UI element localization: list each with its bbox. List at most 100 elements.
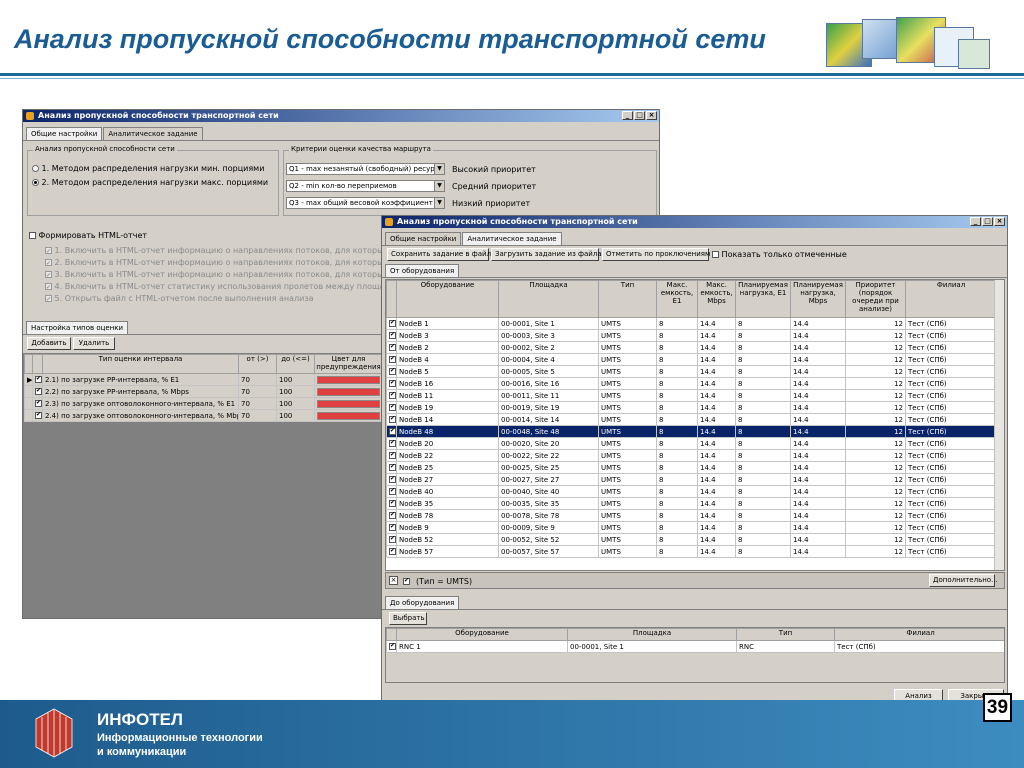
header-plan-mbps[interactable]: Планируемая нагрузка, Mbps	[790, 280, 846, 318]
row-check[interactable]	[386, 449, 397, 462]
maximize-button[interactable]: □	[982, 217, 993, 226]
row-check[interactable]	[386, 545, 397, 558]
row-check[interactable]	[386, 317, 397, 330]
tab-from-equipment[interactable]: От оборудования	[385, 264, 460, 277]
eval-check[interactable]	[32, 409, 43, 422]
vertical-scrollbar[interactable]	[994, 280, 1004, 570]
equipment-row[interactable]: NodeB 3500-0035, Site 35UMTS814.4814.412…	[386, 497, 997, 510]
clear-filter-icon[interactable]: ×	[389, 576, 398, 585]
row-check[interactable]	[386, 341, 397, 354]
filter-checkbox[interactable]	[403, 577, 410, 585]
mark-by-connections-button[interactable]: Отметить по проключениям	[602, 248, 710, 261]
eval-color[interactable]	[314, 385, 383, 398]
to-header-branch[interactable]: Филиал	[834, 628, 1004, 641]
equipment-row[interactable]: NodeB 7800-0078, Site 78UMTS814.4814.412…	[386, 509, 997, 522]
header-priority[interactable]: Приоритет (порядок очереди при анализе)	[845, 280, 906, 318]
tab-analytic-task[interactable]: Аналитическое задание	[462, 232, 562, 245]
delete-button[interactable]: Удалить	[73, 337, 115, 350]
eval-row[interactable]: 2.2) по загрузке РР-интервала, % Mbps701…	[24, 385, 383, 398]
eval-check[interactable]	[32, 397, 43, 410]
equipment-row[interactable]: NodeB 5200-0052, Site 52UMTS814.4814.412…	[386, 533, 997, 546]
equipment-row[interactable]: NodeB 5700-0057, Site 57UMTS814.4814.412…	[386, 545, 997, 558]
row-check[interactable]	[386, 521, 397, 534]
minimize-button[interactable]: _	[622, 111, 633, 120]
tab-eval-types[interactable]: Настройка типов оценки	[26, 321, 129, 334]
criteria-combo-2[interactable]: Q2 - min кол-во переприемов ▼	[286, 180, 445, 192]
header-plan-e1[interactable]: Планируемая нагрузка, E1	[735, 280, 791, 318]
row-check[interactable]	[386, 425, 397, 438]
header-equipment[interactable]: Оборудование	[396, 280, 499, 318]
row-check[interactable]	[386, 389, 397, 402]
equipment-row[interactable]: NodeB 4800-0048, Site 48UMTS814.4814.412…	[386, 425, 997, 438]
tab-general-settings[interactable]: Общие настройки	[26, 127, 103, 140]
row-check[interactable]	[386, 461, 397, 474]
equipment-row[interactable]: NodeB 4000-0040, Site 40UMTS814.4814.412…	[386, 485, 997, 498]
equipment-row[interactable]: NodeB 2000-0020, Site 20UMTS814.4814.412…	[386, 437, 997, 450]
equipment-row[interactable]: NodeB 2200-0022, Site 22UMTS814.4814.412…	[386, 449, 997, 462]
equipment-row[interactable]: NodeB 900-0009, Site 9UMTS814.4814.412Те…	[386, 521, 997, 534]
show-marked-only[interactable]: Показать только отмеченные	[712, 250, 847, 259]
equipment-row[interactable]: NodeB 100-0001, Site 1UMTS814.4814.412Те…	[386, 317, 997, 330]
maximize-button[interactable]: □	[634, 111, 645, 120]
eval-row[interactable]: 2.4) по загрузке оптоволоконного-интерва…	[24, 409, 383, 422]
equipment-row[interactable]: NodeB 2700-0027, Site 27UMTS814.4814.412…	[386, 473, 997, 486]
to-equipment-row[interactable]: RNC 100-0001, Site 1RNCТест (СПб)	[386, 640, 1004, 653]
to-header-equipment[interactable]: Оборудование	[396, 628, 568, 641]
html-report-check[interactable]	[29, 232, 36, 239]
select-button[interactable]: Выбрать	[389, 612, 427, 625]
equipment-row[interactable]: NodeB 1400-0014, Site 14UMTS814.4814.412…	[386, 413, 997, 426]
equipment-row[interactable]: NodeB 200-0002, Site 2UMTS814.4814.412Те…	[386, 341, 997, 354]
tab-analytic-task[interactable]: Аналитическое задание	[103, 127, 203, 140]
row-check[interactable]	[386, 533, 397, 546]
header-type[interactable]: Тип	[598, 280, 657, 318]
close-button[interactable]: ×	[994, 217, 1005, 226]
eval-row[interactable]: 2.3) по загрузке оптоволоконного-интерва…	[24, 397, 383, 410]
row-check[interactable]	[386, 353, 397, 366]
tab-general-settings[interactable]: Общие настройки	[385, 232, 462, 245]
header-max-e1[interactable]: Макс. емкость, E1	[656, 280, 698, 318]
header-max-mbps[interactable]: Макс. емкость, Mbps	[697, 280, 736, 318]
show-marked-checkbox[interactable]	[712, 251, 719, 258]
to-header-site[interactable]: Площадка	[567, 628, 737, 641]
eval-check[interactable]	[32, 373, 43, 386]
radio-option-2[interactable]: 2. Методом распределения нагрузки макс. …	[32, 178, 268, 187]
eval-row[interactable]: ▶ 2.1) по загрузке РР-интервала, % E17010…	[24, 373, 383, 386]
eval-color[interactable]	[314, 373, 383, 386]
tab-to-equipment[interactable]: До оборудования	[385, 596, 460, 609]
front-window-titlebar[interactable]: Анализ пропускной способности транспортн…	[382, 216, 1007, 228]
equipment-row[interactable]: NodeB 1600-0016, Site 16UMTS814.4814.412…	[386, 377, 997, 390]
load-task-button[interactable]: Загрузить задание из файла	[491, 248, 602, 261]
equipment-row[interactable]: NodeB 1100-0011, Site 11UMTS814.4814.412…	[386, 389, 997, 402]
radio-1[interactable]	[32, 165, 39, 172]
eval-check[interactable]	[32, 385, 43, 398]
more-button[interactable]: Дополнительно...	[929, 574, 998, 587]
criteria-combo-3[interactable]: Q3 - max общий весовой коэффициент ▼	[286, 197, 445, 209]
criteria-combo-1[interactable]: Q1 - max незанятый (свободный) ресурс ▼	[286, 163, 445, 175]
equipment-row[interactable]: NodeB 400-0004, Site 4UMTS814.4814.412Те…	[386, 353, 997, 366]
save-task-button[interactable]: Сохранить задание в файл	[387, 248, 491, 261]
equipment-row[interactable]: NodeB 300-0003, Site 3UMTS814.4814.412Те…	[386, 329, 997, 342]
header-site[interactable]: Площадка	[498, 280, 599, 318]
row-check[interactable]	[386, 485, 397, 498]
to-header-type[interactable]: Тип	[736, 628, 835, 641]
row-check[interactable]	[386, 497, 397, 510]
radio-2[interactable]	[32, 179, 39, 186]
equipment-row[interactable]: NodeB 2500-0025, Site 25UMTS814.4814.412…	[386, 461, 997, 474]
header-branch[interactable]: Филиал	[905, 280, 997, 318]
html-report-checkbox[interactable]: Формировать HTML-отчет	[29, 231, 147, 240]
row-check[interactable]	[386, 365, 397, 378]
close-button[interactable]: ×	[646, 111, 657, 120]
equipment-row[interactable]: NodeB 1900-0019, Site 19UMTS814.4814.412…	[386, 401, 997, 414]
row-check[interactable]	[386, 509, 397, 522]
minimize-button[interactable]: _	[970, 217, 981, 226]
radio-option-1[interactable]: 1. Методом распределения нагрузки мин. п…	[32, 164, 264, 173]
equipment-row[interactable]: NodeB 500-0005, Site 5UMTS814.4814.412Те…	[386, 365, 997, 378]
row-check[interactable]	[386, 437, 397, 450]
back-window-titlebar[interactable]: Анализ пропускной способности транспортн…	[23, 110, 659, 122]
add-button[interactable]: Добавить	[27, 337, 71, 350]
row-check[interactable]	[386, 329, 397, 342]
row-check[interactable]	[386, 413, 397, 426]
row-check[interactable]	[386, 473, 397, 486]
eval-color[interactable]	[314, 409, 383, 422]
row-check[interactable]	[386, 401, 397, 414]
